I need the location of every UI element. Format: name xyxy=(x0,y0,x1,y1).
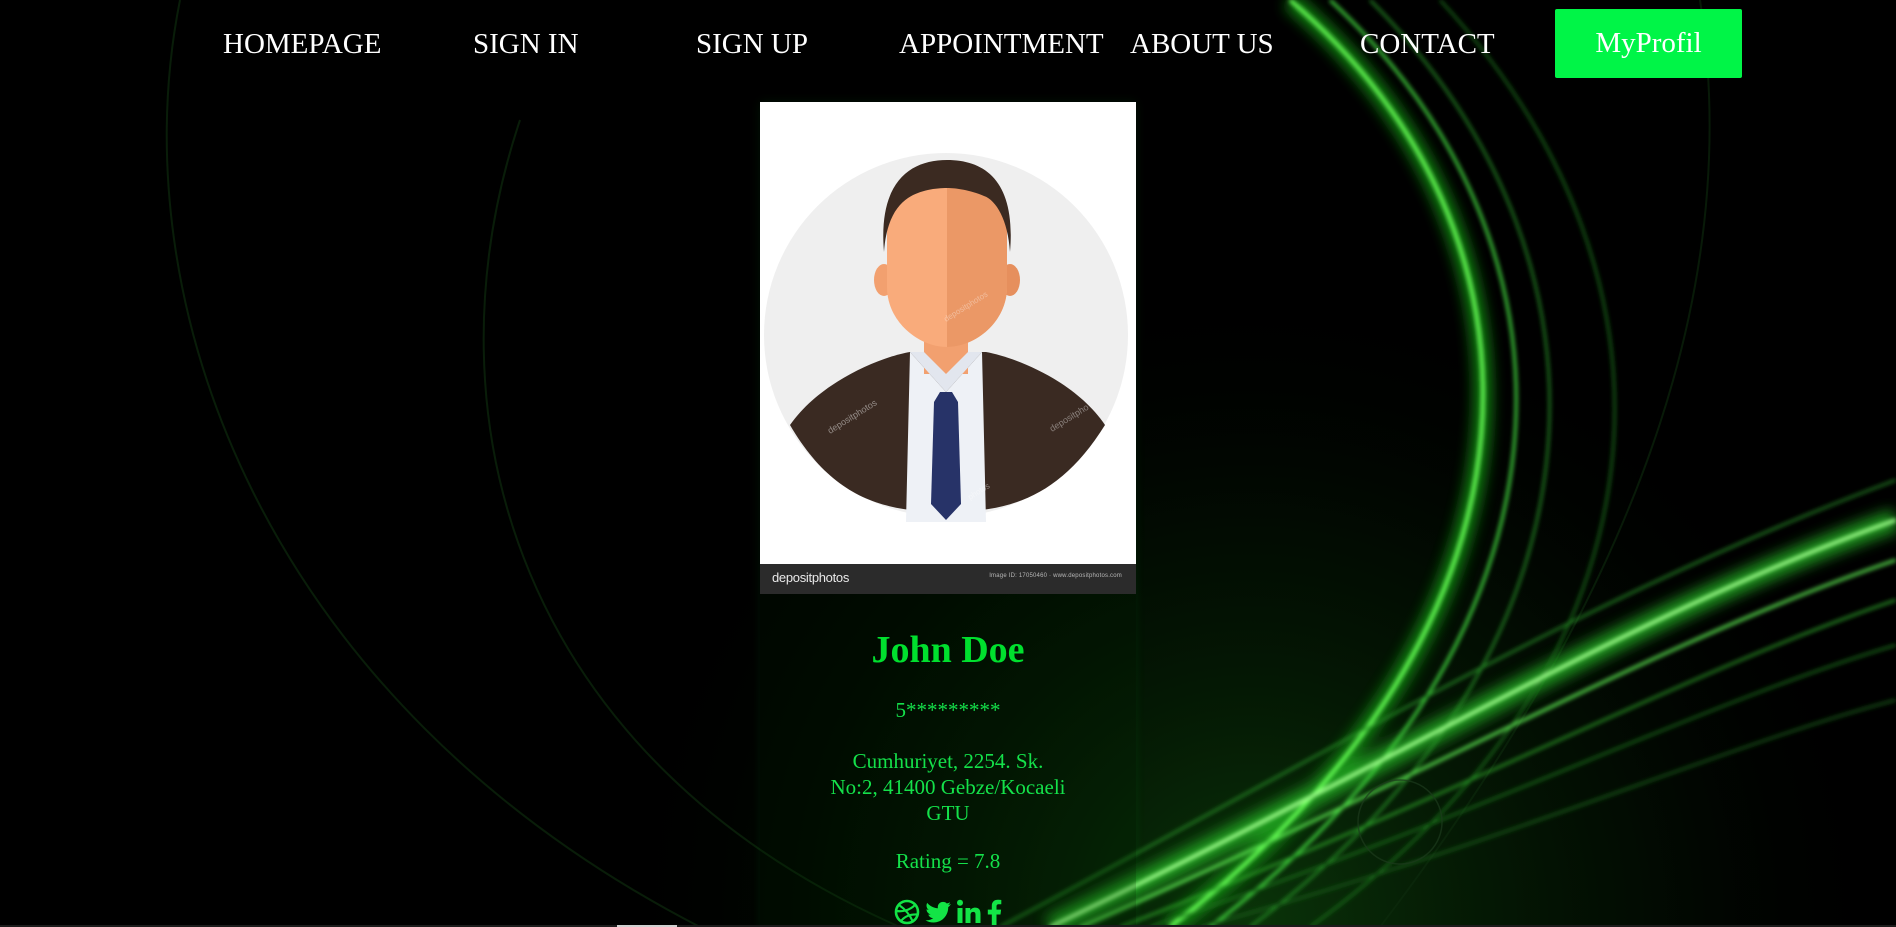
nav-link-appointment[interactable]: APPOINTMENT xyxy=(899,24,1104,64)
avatar-illustration: depositphotos depositphotos depositpho p… xyxy=(760,102,1136,594)
profile-address-line-2: No:2, 41400 Gebze/Kocaeli xyxy=(830,775,1066,799)
nav-link-sign-in[interactable]: SIGN IN xyxy=(473,24,579,64)
profile-photo: depositphotos depositphotos depositpho p… xyxy=(760,102,1136,594)
social-links xyxy=(894,899,1002,927)
linkedin-icon[interactable] xyxy=(956,899,982,927)
profile-address-line-1: Cumhuriyet, 2254. Sk. xyxy=(852,749,1044,773)
profile-address-line-3: GTU xyxy=(926,801,970,825)
twitter-icon[interactable] xyxy=(924,899,952,927)
my-profile-button[interactable]: MyProfil xyxy=(1555,9,1742,78)
nav-link-homepage[interactable]: HOMEPAGE xyxy=(223,24,381,64)
photo-watermark-info: Image ID: 17050460 · www.depositphotos.c… xyxy=(989,573,1122,579)
photo-watermark-bar: depositphotos Image ID: 17050460 · www.d… xyxy=(760,564,1136,594)
dribbble-icon[interactable] xyxy=(894,899,920,927)
profile-phone: 5********* xyxy=(895,698,1001,722)
profile-rating: Rating = 7.8 xyxy=(895,849,1001,873)
nav-link-contact[interactable]: CONTACT xyxy=(1360,24,1495,64)
nav-link-sign-up[interactable]: SIGN UP xyxy=(696,24,808,64)
profile-name: John Doe xyxy=(871,629,1025,671)
facebook-icon[interactable] xyxy=(986,899,1002,927)
nav-link-about-us[interactable]: ABOUT US xyxy=(1130,24,1274,64)
page: HOMEPAGE SIGN IN SIGN UP APPOINTMENT ABO… xyxy=(0,0,1896,927)
depositphotos-logo: depositphotos xyxy=(772,570,850,585)
top-nav: HOMEPAGE SIGN IN SIGN UP APPOINTMENT ABO… xyxy=(0,0,1896,86)
